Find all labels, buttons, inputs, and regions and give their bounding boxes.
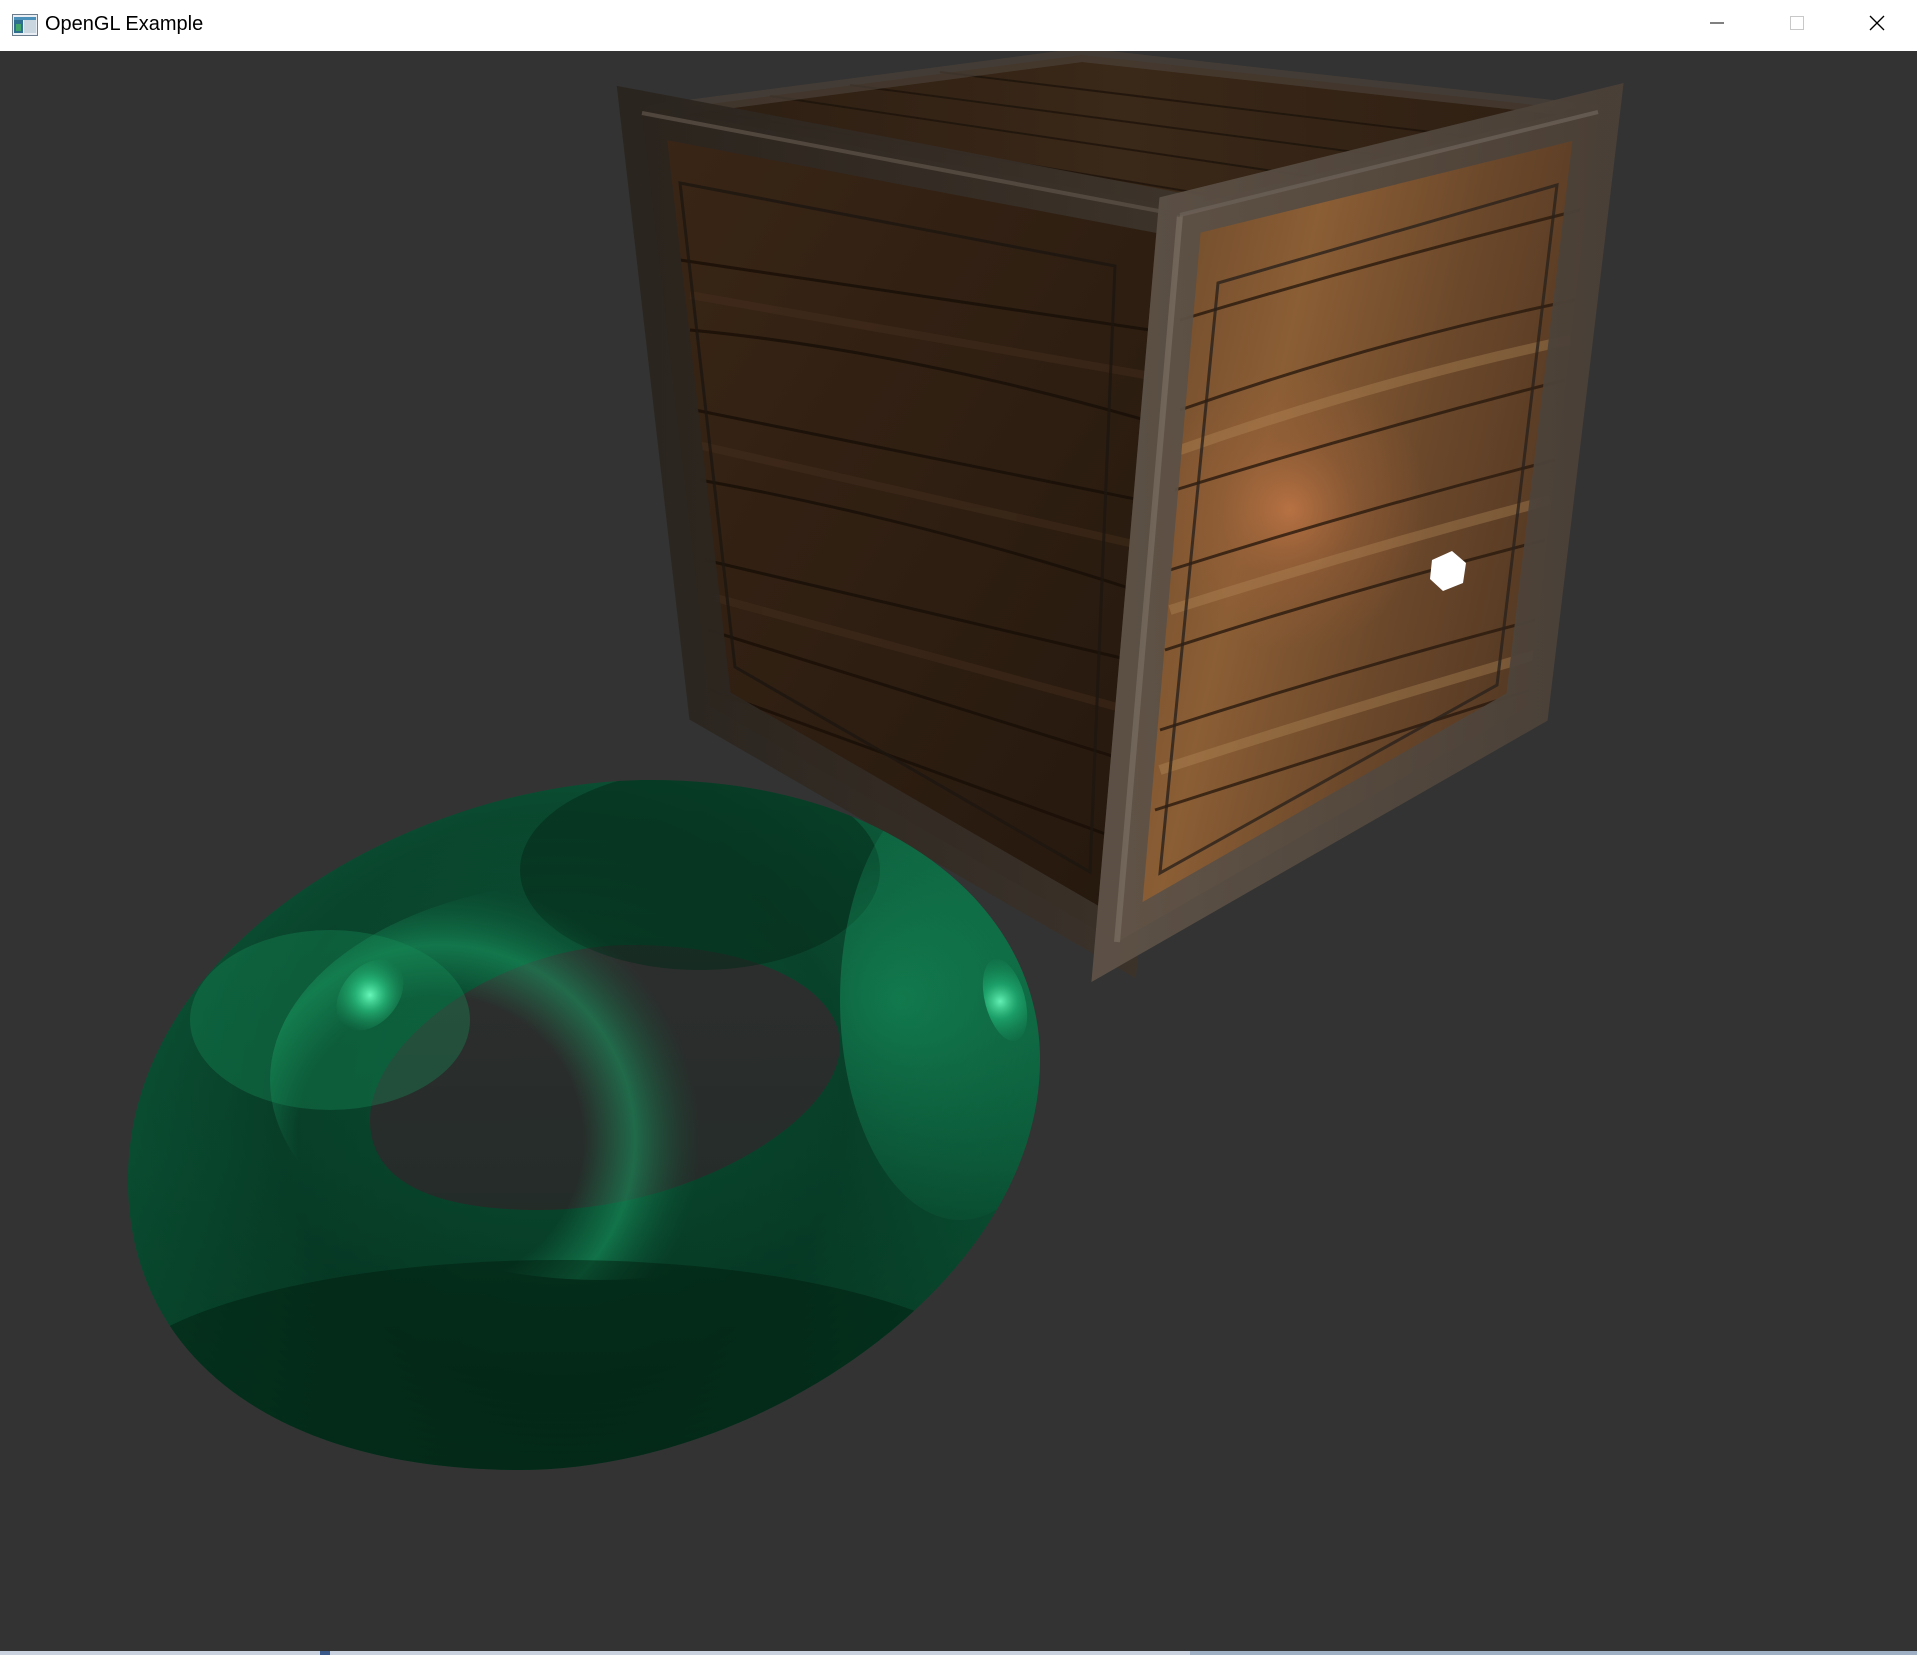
close-icon: [1868, 14, 1886, 37]
window-title: OpenGL Example: [45, 13, 204, 35]
opengl-viewport[interactable]: [0, 51, 1917, 1651]
close-button[interactable]: [1837, 0, 1917, 51]
maximize-icon: [1789, 15, 1805, 36]
minimize-icon: [1709, 15, 1725, 36]
app-window-icon: [12, 14, 38, 36]
maximize-button[interactable]: [1757, 0, 1837, 51]
minimize-button[interactable]: [1677, 0, 1757, 51]
scene-render: [0, 51, 1917, 1651]
bottom-border: [0, 1651, 1917, 1655]
app-window: OpenGL Example: [0, 0, 1917, 1655]
title-bar[interactable]: OpenGL Example: [0, 0, 1917, 51]
